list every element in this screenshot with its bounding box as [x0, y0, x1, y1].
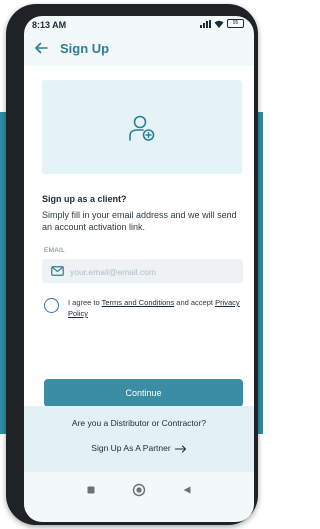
battery-icon: 95 — [227, 19, 244, 28]
arrow-left-icon[interactable] — [34, 41, 48, 55]
back-icon[interactable] — [182, 485, 192, 495]
recents-icon[interactable] — [86, 485, 96, 495]
signup-card: Sign up as a client? Simply fill in your… — [24, 66, 254, 454]
status-bar: 8:13 AM 95 — [24, 16, 254, 34]
avatar-placeholder — [42, 80, 242, 174]
agree-text: I agree to Terms and Conditions and acce… — [68, 298, 240, 318]
phone-frame: 8:13 AM 95 Sign Up Sign up as a client? … — [6, 4, 258, 525]
signup-heading: Sign up as a client? — [42, 194, 127, 204]
partner-signup-link[interactable]: Sign Up As A Partner — [24, 443, 254, 453]
wifi-icon — [214, 20, 224, 28]
app-bar: Sign Up — [24, 38, 254, 60]
partner-link-label: Sign Up As A Partner — [91, 443, 171, 453]
partner-section: Are you a Distributor or Contractor? Sig… — [24, 406, 254, 472]
email-input[interactable] — [68, 263, 237, 281]
signup-description: Simply fill in your email address and we… — [42, 210, 237, 232]
android-nav-bar — [24, 480, 254, 502]
mail-icon — [51, 266, 64, 276]
status-icons: 95 — [200, 19, 244, 28]
email-field[interactable] — [42, 259, 243, 283]
signal-icon — [200, 19, 211, 28]
screen: 8:13 AM 95 Sign Up Sign up as a client? … — [24, 16, 254, 522]
agree-checkbox[interactable] — [44, 298, 59, 313]
continue-button[interactable]: Continue — [44, 379, 243, 407]
partner-question: Are you a Distributor or Contractor? — [71, 418, 207, 428]
page-title: Sign Up — [60, 41, 110, 56]
status-time: 8:13 AM — [32, 20, 67, 30]
arrow-right-icon — [174, 445, 186, 453]
email-label: EMAIL — [44, 247, 66, 254]
user-add-icon — [129, 115, 155, 141]
terms-link[interactable]: Terms and Conditions — [102, 298, 175, 307]
home-icon[interactable] — [132, 483, 146, 497]
